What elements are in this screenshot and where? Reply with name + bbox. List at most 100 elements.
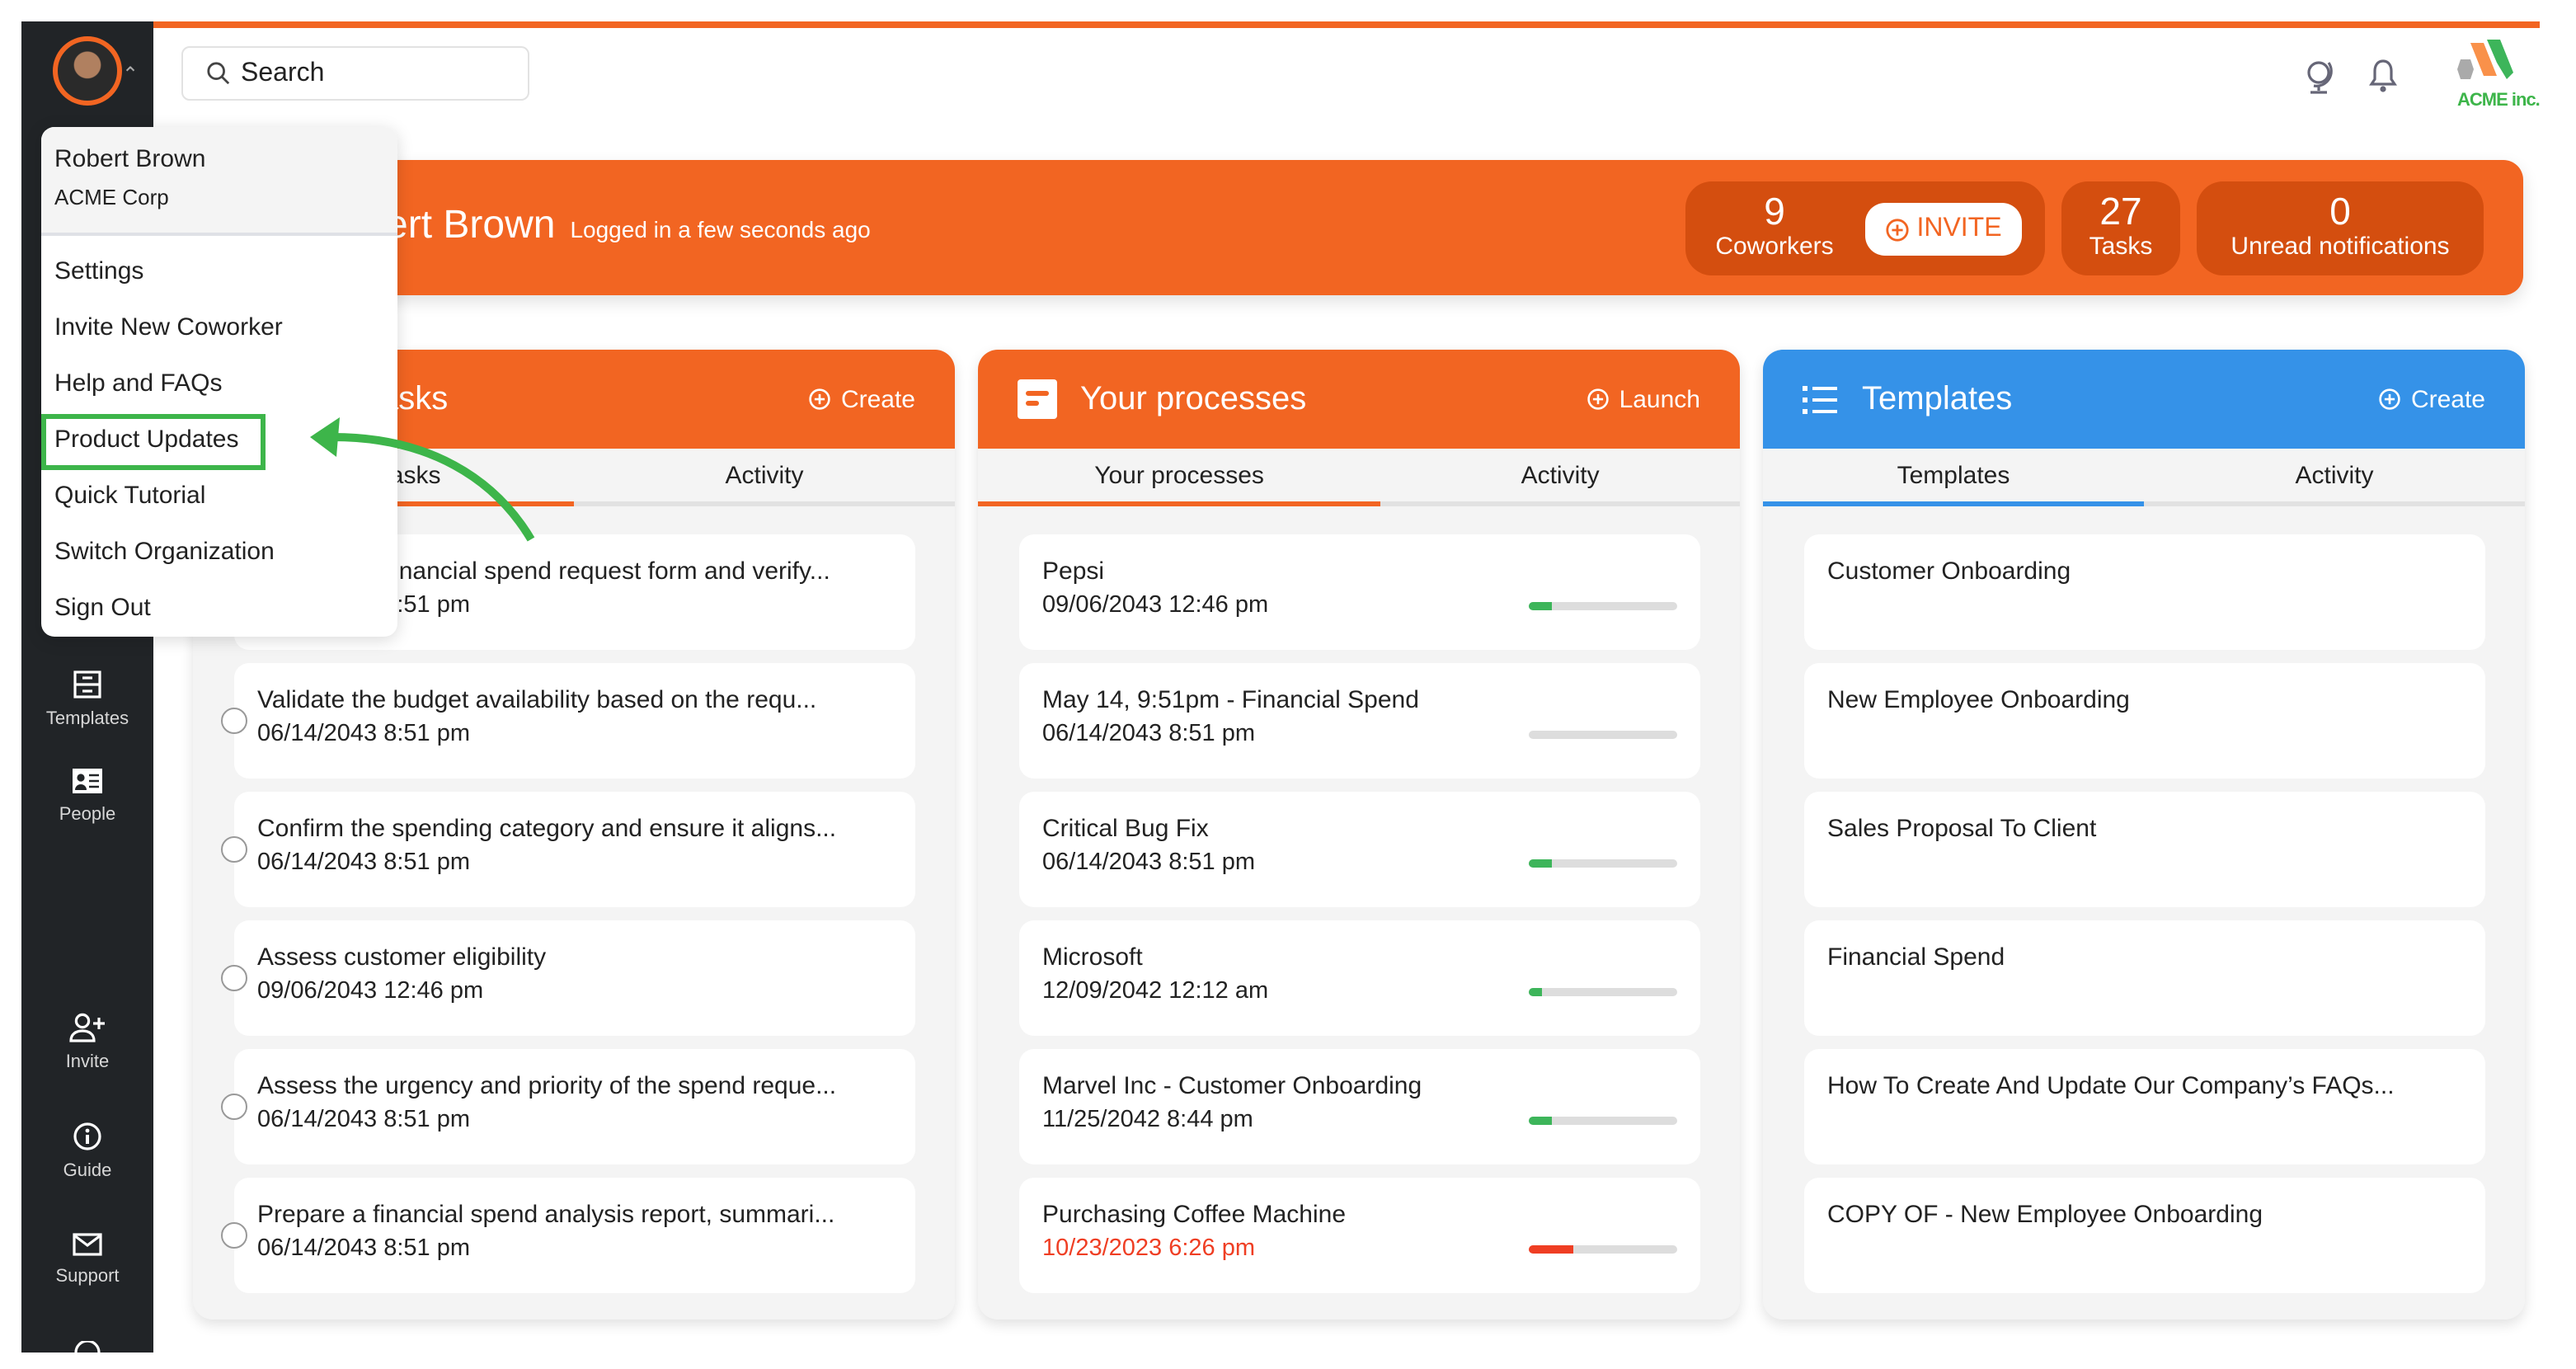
template-card[interactable]: Customer Onboarding xyxy=(1804,534,2485,650)
coworkers-stat[interactable]: 9 Coworkers INVITE xyxy=(1685,181,2045,275)
task-date: 06/14/2043 8:51 pm xyxy=(257,849,470,876)
notifications-label: Unread notifications xyxy=(2230,233,2450,261)
task-card[interactable]: Prepare a financial spend analysis repor… xyxy=(221,1178,915,1293)
panel-title: Templates xyxy=(1862,380,2013,416)
progress-fill xyxy=(1529,602,1553,610)
sidebar-label: Support xyxy=(55,1267,120,1287)
process-title: May 14, 9:51pm - Financial Spend xyxy=(1042,686,1419,714)
task-checkbox[interactable] xyxy=(221,965,247,991)
progress-fill xyxy=(1529,1117,1553,1125)
action-label: Create xyxy=(2410,385,2485,413)
search-input[interactable]: Search xyxy=(181,46,529,101)
template-title: COPY OF - New Employee Onboarding xyxy=(1827,1201,2263,1229)
sidebar-label: Guide xyxy=(63,1161,112,1181)
task-date: 06/14/2043 8:51 pm xyxy=(257,1235,470,1262)
menu-user-name: Robert Brown xyxy=(54,145,206,173)
task-checkbox[interactable] xyxy=(221,836,247,863)
login-status: Logged in a few seconds ago xyxy=(570,216,871,242)
menu-org-name: ACME Corp xyxy=(54,185,169,209)
progress-bar xyxy=(1529,859,1677,868)
task-title: Assess customer eligibility xyxy=(257,943,547,971)
template-card[interactable]: Financial Spend xyxy=(1804,920,2485,1036)
template-title: Sales Proposal To Client xyxy=(1827,815,2097,843)
bell-icon[interactable] xyxy=(2368,58,2398,94)
template-title: Financial Spend xyxy=(1827,943,2005,971)
envelope-icon xyxy=(73,1233,102,1256)
template-card[interactable]: COPY OF - New Employee Onboarding xyxy=(1804,1178,2485,1293)
process-card[interactable]: Purchasing Coffee Machine 10/23/2023 6:26… xyxy=(1019,1178,1700,1293)
task-card[interactable]: Assess the urgency and priority of the s… xyxy=(221,1049,915,1164)
process-title: Microsoft xyxy=(1042,943,1143,971)
task-title: Validate the budget availability based o… xyxy=(257,686,817,714)
plus-circle-icon xyxy=(1886,218,1910,241)
tab-your-processes[interactable]: Your processes xyxy=(978,449,1381,506)
template-title: How To Create And Update Our Company’s F… xyxy=(1827,1072,2395,1100)
acme-logo: ACME inc. xyxy=(2457,36,2541,112)
tab-templates[interactable]: Templates xyxy=(1763,449,2144,506)
info-icon xyxy=(73,1122,101,1150)
invite-button[interactable]: INVITE xyxy=(1865,203,2022,256)
invite-label: INVITE xyxy=(1916,214,2002,242)
create-task-button[interactable]: Create xyxy=(808,385,915,413)
processes-panel-header: Your processes Launch xyxy=(978,350,1740,449)
templates-icon xyxy=(73,670,101,699)
sidebar-item-people[interactable]: People xyxy=(21,767,153,825)
process-card[interactable]: Microsoft 12/09/2042 12:12 am xyxy=(1019,920,1700,1036)
sidebar-item-guide[interactable]: Guide xyxy=(21,1122,153,1181)
template-card[interactable]: How To Create And Update Our Company’s F… xyxy=(1804,1049,2485,1164)
progress-fill xyxy=(1529,1245,1573,1254)
process-card[interactable]: Marvel Inc - Customer Onboarding 11/25/20… xyxy=(1019,1049,1700,1164)
task-checkbox[interactable] xyxy=(221,1094,247,1120)
welcome-banner: Robert Brown Logged in a few seconds ago… xyxy=(198,160,2523,295)
progress-fill xyxy=(1529,988,1543,996)
menu-item-settings[interactable]: Settings xyxy=(41,244,397,300)
task-date: 06/14/2043 8:51 pm xyxy=(257,721,470,747)
task-checkbox[interactable] xyxy=(221,708,247,734)
templates-panel: Templates Create Templates Activity Custo… xyxy=(1763,350,2525,1320)
sidebar-item-support[interactable]: Support xyxy=(21,1232,153,1287)
avatar[interactable] xyxy=(53,36,122,106)
menu-item-invite-new-coworker[interactable]: Invite New Coworker xyxy=(41,300,397,356)
list-icon xyxy=(1803,386,1837,414)
top-accent-bar xyxy=(153,21,2540,28)
search-icon xyxy=(207,62,230,85)
sidebar-label: Invite xyxy=(65,1052,110,1072)
tab-activity[interactable]: Activity xyxy=(1380,449,1740,501)
task-card[interactable]: Validate the budget availability based o… xyxy=(221,663,915,779)
process-card[interactable]: Critical Bug Fix 06/14/2043 8:51 pm xyxy=(1019,792,1700,907)
plus-circle-icon xyxy=(809,388,830,410)
task-date: 09/06/2043 12:46 pm xyxy=(257,978,484,1004)
user-menu: Robert Brown ACME Corp Settings Invite Ne… xyxy=(41,127,397,637)
task-date: 06/14/2043 8:51 pm xyxy=(257,1107,470,1133)
progress-bar xyxy=(1529,602,1677,610)
notifications-stat[interactable]: 0 Unread notifications xyxy=(2197,181,2484,275)
menu-item-sign-out[interactable]: Sign Out xyxy=(41,581,397,637)
sidebar-item-templates[interactable]: Templates xyxy=(21,670,153,729)
tab-activity[interactable]: Activity xyxy=(574,449,955,501)
annotation-arrow-icon xyxy=(310,417,535,542)
template-card[interactable]: New Employee Onboarding xyxy=(1804,663,2485,779)
gear-icon[interactable] xyxy=(73,1341,102,1353)
people-icon xyxy=(73,769,102,793)
task-card[interactable]: Confirm the spending category and ensure… xyxy=(221,792,915,907)
task-title: Assess the urgency and priority of the s… xyxy=(257,1072,837,1100)
tab-activity[interactable]: Activity xyxy=(2144,449,2525,501)
task-title: Prepare a financial spend analysis repor… xyxy=(257,1201,835,1229)
chevron-up-icon[interactable]: ⌃ xyxy=(122,63,139,86)
create-template-button[interactable]: Create xyxy=(2378,385,2485,413)
template-title: New Employee Onboarding xyxy=(1827,686,2130,714)
action-label: Create xyxy=(840,385,915,413)
tasks-stat[interactable]: 27 Tasks xyxy=(2061,181,2180,275)
template-card[interactable]: Sales Proposal To Client xyxy=(1804,792,2485,907)
action-label: Launch xyxy=(1619,385,1700,413)
process-card[interactable]: May 14, 9:51pm - Financial Spend 06/14/20… xyxy=(1019,663,1700,779)
globe-icon[interactable] xyxy=(2301,56,2337,96)
launch-process-button[interactable]: Launch xyxy=(1586,385,1700,413)
plus-circle-icon xyxy=(1586,388,1609,410)
process-card[interactable]: Pepsi 09/06/2043 12:46 pm xyxy=(1019,534,1700,650)
sidebar-label: People xyxy=(59,805,116,825)
task-checkbox[interactable] xyxy=(221,1222,247,1249)
processes-icon xyxy=(1018,379,1057,419)
sidebar-item-invite[interactable]: Invite xyxy=(21,1013,153,1072)
task-card[interactable]: Assess customer eligibility 09/06/2043 12… xyxy=(221,920,915,1036)
